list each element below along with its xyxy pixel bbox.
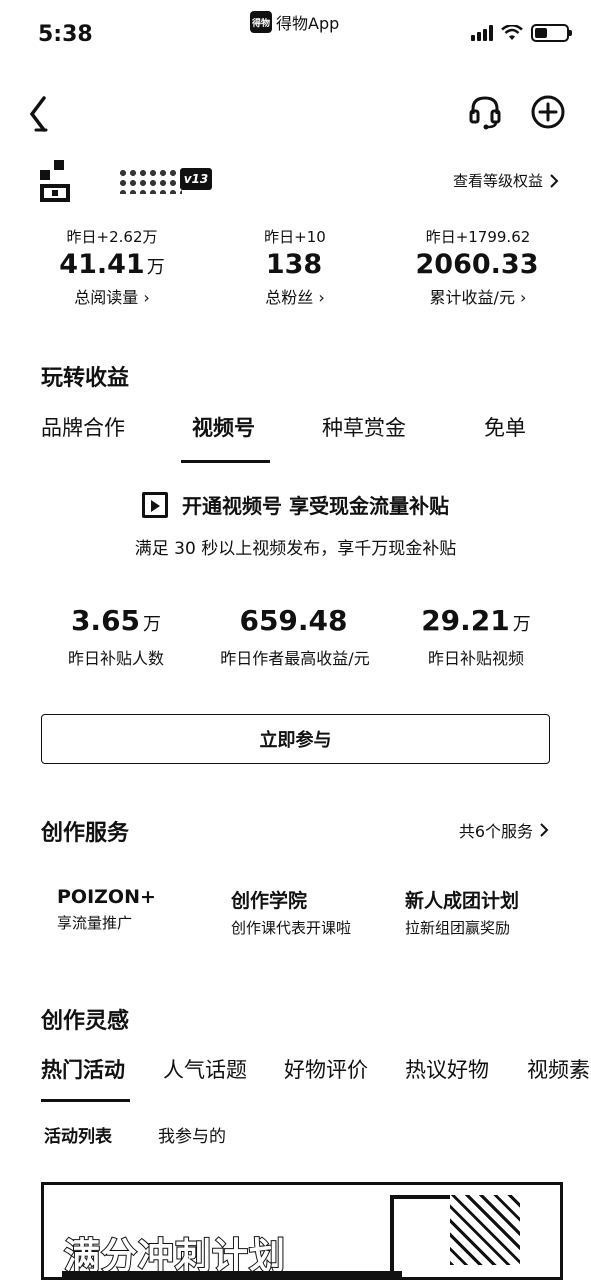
active-tab-indicator xyxy=(41,1099,130,1102)
tab-brand-cooperation[interactable]: 品牌合作 xyxy=(41,412,125,442)
tab-popular-topics[interactable]: 人气话题 xyxy=(163,1054,247,1084)
all-services-link[interactable]: 共6个服务 xyxy=(459,818,549,842)
tab-seeding-reward[interactable]: 种草赏金 xyxy=(322,412,406,442)
level-badge[interactable]: v13 xyxy=(180,168,212,190)
inspiration-section-title: 创作灵感 xyxy=(41,1009,130,1034)
activity-banner[interactable]: 满分冲刺计划 xyxy=(41,1182,563,1280)
wifi-icon xyxy=(501,25,523,40)
add-circle-icon[interactable] xyxy=(530,94,566,130)
status-app-name: 得物App xyxy=(276,14,340,33)
earnings-section-title: 玩转收益 xyxy=(41,366,130,391)
tab-product-reviews[interactable]: 好物评价 xyxy=(284,1054,368,1084)
video-play-icon xyxy=(142,491,169,518)
customer-service-headset-icon[interactable] xyxy=(468,94,502,130)
services-link-label: 共6个服务 xyxy=(458,822,533,841)
chevron-right-icon xyxy=(540,823,549,837)
metric-subsidy-videos: 29.21 万 昨日补贴视频 xyxy=(421,604,531,668)
subtab-activity-list[interactable]: 活动列表 xyxy=(44,1122,112,1147)
join-now-button[interactable]: 立即参与 xyxy=(41,714,550,764)
service-creator-academy[interactable]: 创作学院 创作课代表开课啦 xyxy=(231,886,351,938)
stat-total-fans[interactable]: 昨日+10 138 总粉丝 › xyxy=(205,226,385,308)
avatar[interactable] xyxy=(40,160,72,202)
app-logo-icon: 得物 xyxy=(250,11,272,33)
promo-title: 开通视频号 享受现金流量补贴 xyxy=(0,490,591,519)
stat-value: 2060.33 xyxy=(415,249,539,280)
tab-video-material[interactable]: 视频素 xyxy=(527,1054,591,1084)
status-app-indicator[interactable]: 得物 得物App xyxy=(250,10,339,34)
stat-delta: 昨日+2.62万 xyxy=(66,228,158,246)
service-newcomer-group-plan[interactable]: 新人成团计划 拉新组团赢奖励 xyxy=(405,886,519,938)
stat-label: 累计收益/元 › xyxy=(429,288,527,307)
username-redacted xyxy=(118,168,182,194)
stat-value: 41.41 万 xyxy=(59,249,165,280)
stat-delta: 昨日+1799.62 xyxy=(425,228,531,246)
battery-icon xyxy=(531,24,572,42)
stat-total-earnings[interactable]: 昨日+1799.62 2060.33 累计收益/元 › xyxy=(388,226,568,308)
metric-top-author-earnings: 659.48 昨日作者最高收益/元 xyxy=(220,604,370,668)
view-level-benefits-link[interactable]: 查看等级权益 xyxy=(453,170,559,191)
metric-subsidy-users: 3.65 万 昨日补贴人数 xyxy=(67,604,164,668)
services-section-title: 创作服务 xyxy=(41,821,130,846)
tab-video-channel[interactable]: 视频号 xyxy=(192,412,255,442)
banner-caption-strip xyxy=(62,1271,402,1277)
tab-hot-activities[interactable]: 热门活动 xyxy=(41,1054,125,1084)
chevron-right-icon xyxy=(550,173,559,188)
sneaker-illustration xyxy=(380,1185,540,1277)
status-time: 5:38 xyxy=(38,22,93,47)
status-icons xyxy=(471,24,572,42)
earnings-tabs: 品牌合作 视频号 种草赏金 免单 xyxy=(0,412,591,464)
subtab-my-participation[interactable]: 我参与的 xyxy=(158,1122,226,1147)
promo-subtitle: 满足 30 秒以上视频发布，享千万现金补贴 xyxy=(134,539,457,559)
cellular-signal-icon xyxy=(471,25,493,41)
level-link-label: 查看等级权益 xyxy=(452,172,543,190)
active-tab-indicator xyxy=(181,460,270,463)
promo-title-text: 开通视频号 享受现金流量补贴 xyxy=(182,494,449,518)
stat-label: 总粉丝 › xyxy=(265,288,325,307)
service-poizon-plus[interactable]: POIZON+ 享流量推广 xyxy=(57,886,156,933)
tab-hot-products[interactable]: 热议好物 xyxy=(405,1054,489,1084)
stat-total-reads[interactable]: 昨日+2.62万 41.41 万 总阅读量 › xyxy=(22,226,202,308)
tab-free-order[interactable]: 免单 xyxy=(484,412,526,442)
stat-value: 138 xyxy=(265,249,323,280)
stat-label: 总阅读量 › xyxy=(74,288,150,307)
back-arrow-icon[interactable] xyxy=(26,94,62,134)
stat-delta: 昨日+10 xyxy=(264,228,326,246)
